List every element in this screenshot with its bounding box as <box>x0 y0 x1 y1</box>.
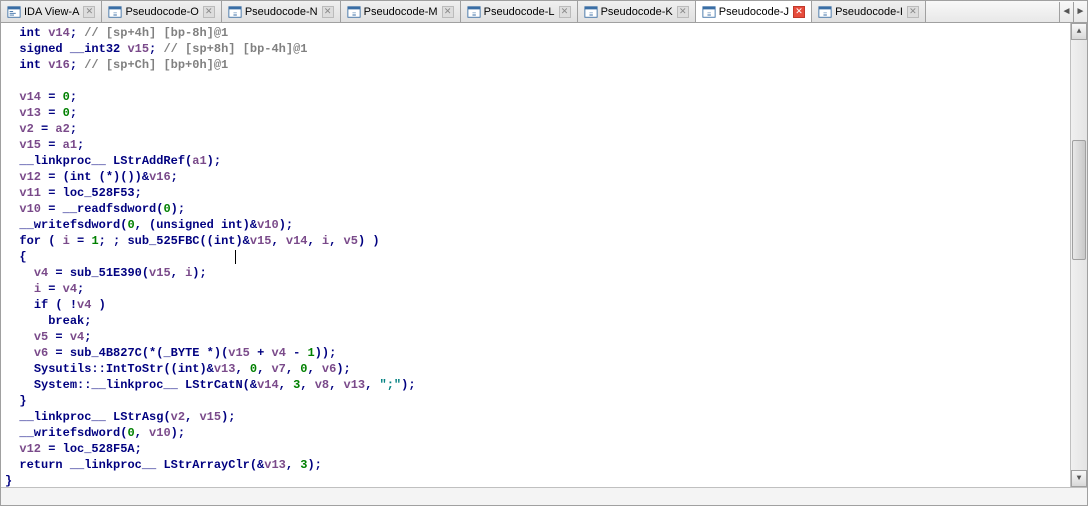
tab-label: Pseudocode-O <box>125 6 198 18</box>
svg-text:≡: ≡ <box>707 11 711 18</box>
close-tab-icon[interactable]: ✕ <box>907 6 919 18</box>
tab-pseudocode-n[interactable]: ≡ Pseudocode-N ✕ <box>222 1 341 22</box>
tab-label: Pseudocode-J <box>719 6 789 18</box>
tab-ida-view-a[interactable]: IDA View-A ✕ <box>1 1 102 22</box>
scroll-track[interactable] <box>1071 40 1087 470</box>
pseudocode-icon: ≡ <box>347 5 361 19</box>
close-tab-icon[interactable]: ✕ <box>677 6 689 18</box>
tab-label: Pseudocode-K <box>601 6 673 18</box>
code-area[interactable]: int v14; // [sp+4h] [bp-8h]@1 signed __i… <box>1 23 1070 487</box>
scroll-thumb[interactable] <box>1072 140 1086 260</box>
svg-text:≡: ≡ <box>472 11 476 18</box>
scroll-up-button[interactable]: ▲ <box>1071 23 1087 40</box>
comment: // [sp+4h] [bp-8h]@1 <box>84 26 228 40</box>
svg-text:≡: ≡ <box>233 11 237 18</box>
tab-pseudocode-m[interactable]: ≡ Pseudocode-M ✕ <box>341 1 461 22</box>
comment: // [sp+8h] [bp-4h]@1 <box>163 42 307 56</box>
tab-label: Pseudocode-N <box>245 6 318 18</box>
tab-pseudocode-l[interactable]: ≡ Pseudocode-L ✕ <box>461 1 578 22</box>
pseudocode-icon: ≡ <box>702 5 716 19</box>
tab-pseudocode-i[interactable]: ≡ Pseudocode-I ✕ <box>812 1 926 22</box>
pseudocode-icon: ≡ <box>584 5 598 19</box>
tab-label: Pseudocode-L <box>484 6 555 18</box>
tab-label: Pseudocode-I <box>835 6 903 18</box>
close-tab-icon[interactable]: ✕ <box>559 6 571 18</box>
tab-nav-arrows: ◄ ► <box>1059 2 1087 22</box>
pseudocode-icon: ≡ <box>818 5 832 19</box>
tab-label: Pseudocode-M <box>364 6 438 18</box>
tab-pseudocode-o[interactable]: ≡ Pseudocode-O ✕ <box>102 1 221 22</box>
status-bar <box>1 487 1087 505</box>
tab-bar: IDA View-A✕≡Pseudocode-O✕≡Pseudocode-N✕≡… <box>1 1 1087 23</box>
vertical-scrollbar[interactable]: ▲ ▼ <box>1070 23 1087 487</box>
content-wrap: int v14; // [sp+4h] [bp-8h]@1 signed __i… <box>1 23 1087 487</box>
close-tab-icon[interactable]: ✕ <box>442 6 454 18</box>
type-kw: int <box>19 26 41 40</box>
text-cursor <box>235 250 236 264</box>
var: v15 <box>127 42 149 56</box>
ida-view-icon <box>7 5 21 19</box>
close-tab-icon[interactable]: ✕ <box>793 6 805 18</box>
close-tab-icon[interactable]: ✕ <box>83 6 95 18</box>
pseudocode-icon: ≡ <box>228 5 242 19</box>
var: v16 <box>48 58 70 72</box>
comment: // [sp+Ch] [bp+0h]@1 <box>84 58 228 72</box>
tab-label: IDA View-A <box>24 6 79 18</box>
svg-text:≡: ≡ <box>113 11 117 18</box>
var: v14 <box>48 26 70 40</box>
scroll-down-button[interactable]: ▼ <box>1071 470 1087 487</box>
close-tab-icon[interactable]: ✕ <box>322 6 334 18</box>
type-kw: int <box>19 58 41 72</box>
close-tab-icon[interactable]: ✕ <box>203 6 215 18</box>
pseudocode-icon: ≡ <box>108 5 122 19</box>
tab-pseudocode-j[interactable]: ≡ Pseudocode-J ✕ <box>696 1 812 22</box>
svg-text:≡: ≡ <box>352 11 356 18</box>
tab-pseudocode-k[interactable]: ≡ Pseudocode-K ✕ <box>578 1 696 22</box>
tab-scroll-left[interactable]: ◄ <box>1059 2 1073 22</box>
svg-text:≡: ≡ <box>823 11 827 18</box>
type-kw: signed __int32 <box>19 42 120 56</box>
svg-text:≡: ≡ <box>589 11 593 18</box>
tab-scroll-right[interactable]: ► <box>1073 2 1087 22</box>
pseudocode-icon: ≡ <box>467 5 481 19</box>
